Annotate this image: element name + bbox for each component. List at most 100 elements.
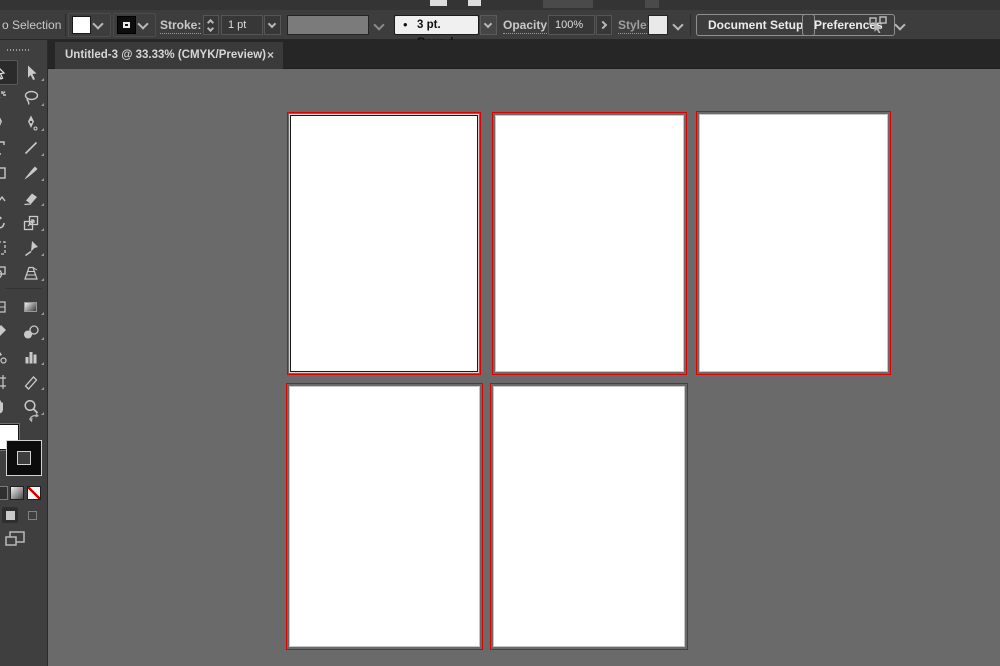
tool-row — [0, 135, 47, 160]
canvas-area[interactable] — [48, 69, 1000, 666]
artboard-4[interactable] — [286, 383, 483, 650]
stepper-down-icon[interactable] — [207, 25, 214, 32]
control-bar: o Selection Stroke: 1 pt • — [0, 10, 1000, 40]
opacity-label[interactable]: Opacity: — [503, 18, 551, 34]
curvature-tool-icon[interactable] — [14, 110, 47, 135]
mesh-tool-icon[interactable] — [0, 294, 14, 319]
hand-tool-icon[interactable] — [0, 394, 14, 419]
artboard-3-paper[interactable] — [699, 114, 888, 372]
chevron-down-icon[interactable] — [672, 19, 683, 30]
scale-tool-icon[interactable] — [14, 210, 47, 235]
stroke-label[interactable]: Stroke: — [160, 18, 201, 34]
slice-tool-icon[interactable] — [14, 369, 47, 394]
free-transform-tool-icon[interactable] — [0, 235, 14, 260]
tool-row — [0, 160, 47, 185]
tool-row — [0, 319, 47, 344]
app-bar-fragment — [543, 0, 593, 8]
select-similar-icon[interactable] — [868, 16, 890, 34]
app-bar-fragment — [468, 0, 481, 6]
tool-row — [0, 85, 47, 110]
paintbrush-tool-icon[interactable] — [14, 160, 47, 185]
document-tab[interactable]: Untitled-3 @ 33.33% (CMYK/Preview) × — [55, 42, 283, 69]
artboard-1[interactable] — [287, 112, 481, 375]
separator — [690, 14, 691, 36]
chevron-down-icon[interactable] — [373, 19, 384, 30]
draw-behind-mode-icon[interactable] — [24, 507, 40, 523]
puppet-warp-tool-icon[interactable] — [14, 235, 47, 260]
blend-tool-icon[interactable] — [14, 319, 47, 344]
separator — [65, 14, 66, 36]
tool-list — [0, 60, 47, 419]
chevron-right-icon — [599, 21, 607, 29]
stroke-indicator[interactable] — [7, 441, 41, 475]
screen-mode-icon[interactable] — [4, 530, 28, 548]
gradient-tool-icon[interactable] — [14, 294, 47, 319]
brush-definition-dropdown[interactable]: • 3 pt. Round — [394, 15, 479, 35]
draw-normal-mode-icon[interactable] — [2, 507, 18, 523]
fill-swatch-group — [68, 13, 111, 37]
perspective-grid-tool-icon[interactable] — [14, 260, 47, 285]
shape-builder-tool-icon[interactable] — [0, 260, 14, 285]
style-swatch[interactable] — [648, 15, 668, 35]
app-bar-strip — [0, 0, 1000, 10]
style-label[interactable]: Style: — [618, 18, 651, 34]
tool-row — [0, 235, 47, 260]
column-graph-tool-icon[interactable] — [14, 344, 47, 369]
artboard-2-paper[interactable] — [495, 115, 684, 372]
stroke-color-swatch[interactable] — [117, 16, 136, 34]
magic-wand-tool-icon[interactable] — [0, 85, 14, 110]
panel-grip[interactable] — [7, 49, 29, 51]
document-tab-bar: Untitled-3 @ 33.33% (CMYK/Preview) × — [48, 40, 1000, 69]
selection-status-label: o Selection — [2, 18, 61, 32]
rotate-tool-icon[interactable] — [0, 210, 14, 235]
width-profile-dropdown[interactable] — [287, 15, 369, 35]
tool-row — [0, 185, 47, 210]
document-tab-title: Untitled-3 @ 33.33% (CMYK/Preview) — [65, 42, 266, 69]
artboard-5[interactable] — [490, 383, 688, 650]
chevron-down-icon[interactable] — [137, 18, 148, 29]
artboard-5-paper[interactable] — [493, 386, 685, 647]
selection-tool-icon[interactable] — [0, 60, 18, 85]
brush-dropdown-button[interactable] — [480, 15, 497, 35]
opacity-field[interactable]: 100% — [548, 15, 595, 35]
brush-dot-icon: • — [403, 16, 408, 34]
eraser-tool-icon[interactable] — [14, 185, 47, 210]
stroke-swatch-group — [113, 13, 156, 37]
none-button[interactable] — [27, 486, 41, 500]
artboard-4-paper[interactable] — [289, 386, 480, 647]
tool-row — [0, 60, 47, 85]
tools-panel — [0, 40, 48, 666]
artboard-2[interactable] — [492, 112, 687, 375]
type-tool-icon[interactable] — [0, 135, 14, 160]
tool-row — [0, 369, 47, 394]
symbol-sprayer-tool-icon[interactable] — [0, 344, 14, 369]
color-button[interactable] — [0, 486, 8, 500]
shaper-tool-icon[interactable] — [0, 185, 14, 210]
illustrator-window: o Selection Stroke: 1 pt • — [0, 0, 1000, 666]
eyedropper-tool-icon[interactable] — [0, 319, 14, 344]
line-segment-tool-icon[interactable] — [14, 135, 47, 160]
stroke-weight-stepper[interactable] — [203, 15, 219, 35]
chevron-down-icon — [484, 20, 492, 28]
chevron-down-icon[interactable] — [92, 18, 103, 29]
gradient-button[interactable] — [10, 486, 24, 500]
pen-tool-icon[interactable] — [0, 110, 14, 135]
tab-close-icon[interactable]: × — [267, 42, 274, 69]
direct-selection-tool-icon[interactable] — [18, 60, 47, 85]
swap-fill-stroke-icon[interactable] — [27, 412, 41, 424]
tool-row — [0, 344, 47, 369]
chevron-down-icon[interactable] — [894, 19, 905, 30]
artboard-3[interactable] — [696, 111, 891, 375]
fill-color-swatch[interactable] — [72, 16, 91, 34]
stroke-weight-dropdown[interactable] — [264, 15, 281, 35]
chevron-down-icon — [268, 20, 276, 28]
app-bar-fragment — [645, 0, 659, 8]
tool-row — [0, 294, 47, 319]
document-setup-button[interactable]: Document Setup — [696, 14, 815, 36]
lasso-tool-icon[interactable] — [14, 85, 47, 110]
artboard-tool-icon[interactable] — [0, 369, 14, 394]
opacity-expand-button[interactable] — [596, 15, 612, 35]
stroke-weight-field[interactable]: 1 pt — [221, 15, 263, 35]
artboard-1-paper[interactable] — [290, 115, 478, 372]
rectangle-tool-icon[interactable] — [0, 160, 14, 185]
